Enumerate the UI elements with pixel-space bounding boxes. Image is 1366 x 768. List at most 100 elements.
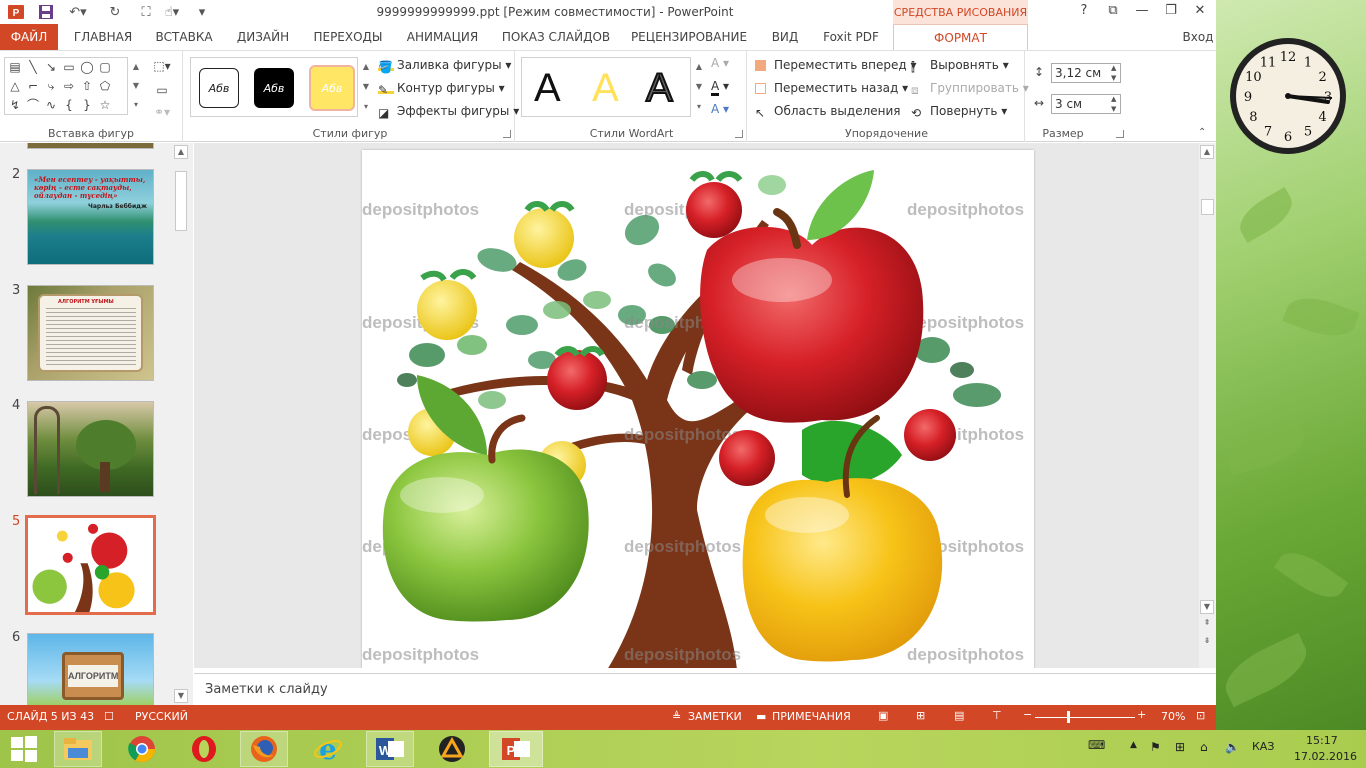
slide-thumbnail[interactable]: АЛГОРИТМ ҰҒЫМЫ xyxy=(27,285,154,381)
shape-textbox-icon[interactable]: ▤ xyxy=(7,60,23,74)
shapes-gallery-scroll[interactable]: ▲ ▼ ▾ xyxy=(130,57,142,115)
desktop-clock-gadget[interactable]: 121234567891011 xyxy=(1228,36,1348,156)
wordart-gallery[interactable]: A A A xyxy=(521,57,691,117)
group-objects-button[interactable]: ⧈ Группировать ▾ xyxy=(911,78,1029,98)
keyboard-language[interactable]: КАЗ xyxy=(1252,740,1274,753)
slide-thumbnail-selected[interactable] xyxy=(25,515,156,615)
shape-arrow-line-icon[interactable]: ↘ xyxy=(43,60,59,74)
shape-rounded-rect-icon[interactable]: ▢ xyxy=(97,60,113,74)
tab-animations[interactable]: АНИМАЦИЯ xyxy=(395,24,490,50)
undo-icon[interactable]: ↶▾ xyxy=(64,2,92,22)
wordart-launcher[interactable] xyxy=(735,130,743,138)
wordart-style-black[interactable]: A xyxy=(534,66,561,111)
zoom-slider-track[interactable] xyxy=(1035,717,1135,718)
slide-thumbnail[interactable]: «Мен есептеу - уақытты, көрің - есте сақ… xyxy=(27,169,154,265)
sign-in-link[interactable]: Вход xyxy=(1180,24,1216,50)
shape-rectangle-icon[interactable]: ▭ xyxy=(61,60,77,74)
shape-effects-button[interactable]: ◪ Эффекты фигуры ▾ xyxy=(378,101,519,121)
show-hidden-icons[interactable]: ▲ xyxy=(1130,740,1137,750)
normal-view-icon[interactable]: ▣ xyxy=(878,709,888,722)
taskbar-date[interactable]: 17.02.2016 xyxy=(1294,750,1357,763)
close-button[interactable]: ✕ xyxy=(1186,3,1214,21)
next-slide-icon[interactable]: ⇟ xyxy=(1200,635,1214,649)
taskbar-file-explorer[interactable] xyxy=(54,731,102,767)
tab-design[interactable]: ДИЗАЙН xyxy=(226,24,300,50)
wordart-style-yellow[interactable]: A xyxy=(592,66,619,111)
shape-style-dark[interactable]: Абв xyxy=(254,68,294,108)
edit-shape-icon[interactable]: ⬚▾ xyxy=(150,59,174,73)
scrollbar-thumb[interactable] xyxy=(175,171,187,231)
apple-tree-illustration[interactable]: depositphotos depositphotos depositphotos d… xyxy=(362,150,1034,668)
volume-icon[interactable]: 🔈 xyxy=(1225,740,1240,754)
minimize-button[interactable]: — xyxy=(1128,3,1156,21)
network-icon[interactable]: ⌂ xyxy=(1200,740,1208,754)
height-spinner-icon[interactable]: ▲ ▼ xyxy=(1111,63,1116,83)
tab-transitions[interactable]: ПЕРЕХОДЫ xyxy=(305,24,391,50)
send-backward-button[interactable]: Переместить назад ▾ xyxy=(755,78,908,98)
tab-insert[interactable]: ВСТАВКА xyxy=(148,24,220,50)
wordart-scroll[interactable]: ▲ ▼ ▾ xyxy=(693,57,705,117)
touch-keyboard-icon[interactable]: ⌨ xyxy=(1088,738,1105,752)
shape-brace-right-icon[interactable]: } xyxy=(79,98,95,112)
shape-up-arrow-icon[interactable]: ⇧ xyxy=(79,79,95,93)
notes-placeholder[interactable]: Заметки к слайду xyxy=(205,682,328,697)
scroll-down-icon[interactable]: ▼ xyxy=(174,689,188,703)
ribbon-display-options-icon[interactable]: ⧉ xyxy=(1099,3,1127,21)
shape-star-icon[interactable]: ☆ xyxy=(97,98,113,112)
shape-pentagon-icon[interactable]: ⬠ xyxy=(97,79,113,93)
tab-slideshow[interactable]: ПОКАЗ СЛАЙДОВ xyxy=(494,24,618,50)
width-spinner-icon[interactable]: ▲ ▼ xyxy=(1111,94,1116,114)
wordart-style-outline[interactable]: A xyxy=(645,65,674,111)
tab-file[interactable]: ФАЙЛ xyxy=(0,24,58,50)
zoom-level[interactable]: 70% xyxy=(1161,710,1185,723)
slideshow-view-icon[interactable]: ⊤ xyxy=(992,709,1002,722)
slideshow-start-icon[interactable]: ⛶ xyxy=(136,2,156,22)
shape-styles-scroll[interactable]: ▲ ▼ ▾ xyxy=(360,57,372,117)
scrollbar-thumb[interactable] xyxy=(1201,199,1214,215)
tab-view[interactable]: ВИД xyxy=(760,24,810,50)
shape-style-outline[interactable]: Абв xyxy=(199,68,239,108)
tab-review[interactable]: РЕЦЕНЗИРОВАНИЕ xyxy=(622,24,756,50)
redo-icon[interactable]: ↻ xyxy=(105,2,125,22)
scroll-up-icon[interactable]: ▲ xyxy=(174,145,188,159)
language-indicator[interactable]: РУССКИЙ xyxy=(135,710,188,723)
tab-foxit-pdf[interactable]: Foxit PDF xyxy=(814,24,888,50)
taskbar-internet-explorer[interactable]: e xyxy=(304,731,352,767)
shape-style-yellow[interactable]: Абв xyxy=(309,65,355,111)
taskbar-word[interactable]: W xyxy=(366,731,414,767)
previous-slide-icon[interactable]: ⇞ xyxy=(1200,617,1214,631)
collapse-ribbon-icon[interactable]: ⌃ xyxy=(1198,127,1206,138)
shape-oval-icon[interactable]: ◯ xyxy=(79,60,95,74)
zoom-in-icon[interactable]: + xyxy=(1137,708,1146,721)
shape-arc-icon[interactable]: ⌒ xyxy=(25,98,41,112)
shape-triangle-icon[interactable]: △ xyxy=(7,79,23,93)
shape-curve-icon[interactable]: ∿ xyxy=(43,98,59,112)
shape-styles-gallery[interactable]: Абв Абв Абв xyxy=(190,57,358,117)
editor-vertical-scrollbar[interactable]: ▲ ▼ ⇞ ⇟ xyxy=(1199,143,1216,668)
reading-view-icon[interactable]: ▤ xyxy=(954,709,964,722)
shape-curved-connector-icon[interactable]: ⤷ xyxy=(43,79,59,93)
fit-slide-icon[interactable]: ⊡ xyxy=(1196,709,1205,722)
shape-styles-launcher[interactable] xyxy=(503,130,511,138)
tab-format[interactable]: ФОРМАТ xyxy=(893,24,1028,50)
restore-button[interactable]: ❐ xyxy=(1157,3,1185,21)
zoom-slider-thumb[interactable] xyxy=(1067,711,1070,723)
taskbar-time[interactable]: 15:17 xyxy=(1306,734,1338,747)
thumbnails-scrollbar[interactable]: ▲ ▼ xyxy=(173,143,189,705)
comments-toggle-button[interactable]: ПРИМЕЧАНИЯ xyxy=(772,710,851,723)
tab-home[interactable]: ГЛАВНАЯ xyxy=(62,24,144,50)
shape-outline-button[interactable]: ✎ Контур фигуры ▾ xyxy=(378,78,505,98)
slide-thumbnail[interactable] xyxy=(27,401,154,497)
selection-pane-button[interactable]: ↖ Область выделения xyxy=(755,101,901,121)
shape-line-icon[interactable]: ╲ xyxy=(25,60,41,74)
notes-toggle-icon[interactable]: ≜ xyxy=(672,710,681,723)
help-button[interactable]: ? xyxy=(1070,3,1098,21)
save-icon[interactable] xyxy=(36,2,56,22)
action-center-icon[interactable]: ⚑ xyxy=(1150,740,1161,754)
taskbar-firefox[interactable] xyxy=(240,731,288,767)
shapes-gallery[interactable]: ▤ ╲ ↘ ▭ ◯ ▢ △ ⌐ ⤷ ⇨ ⇧ ⬠ ↯ ⌒ ∿ { } ☆ xyxy=(4,57,128,115)
comments-icon[interactable]: ▬ xyxy=(756,710,766,723)
text-fill-button[interactable]: A ▾ xyxy=(711,53,729,73)
notes-pane[interactable]: Заметки к слайду xyxy=(194,673,1216,705)
slide-thumbnail[interactable]: АЛГОРИТМ xyxy=(27,633,154,705)
